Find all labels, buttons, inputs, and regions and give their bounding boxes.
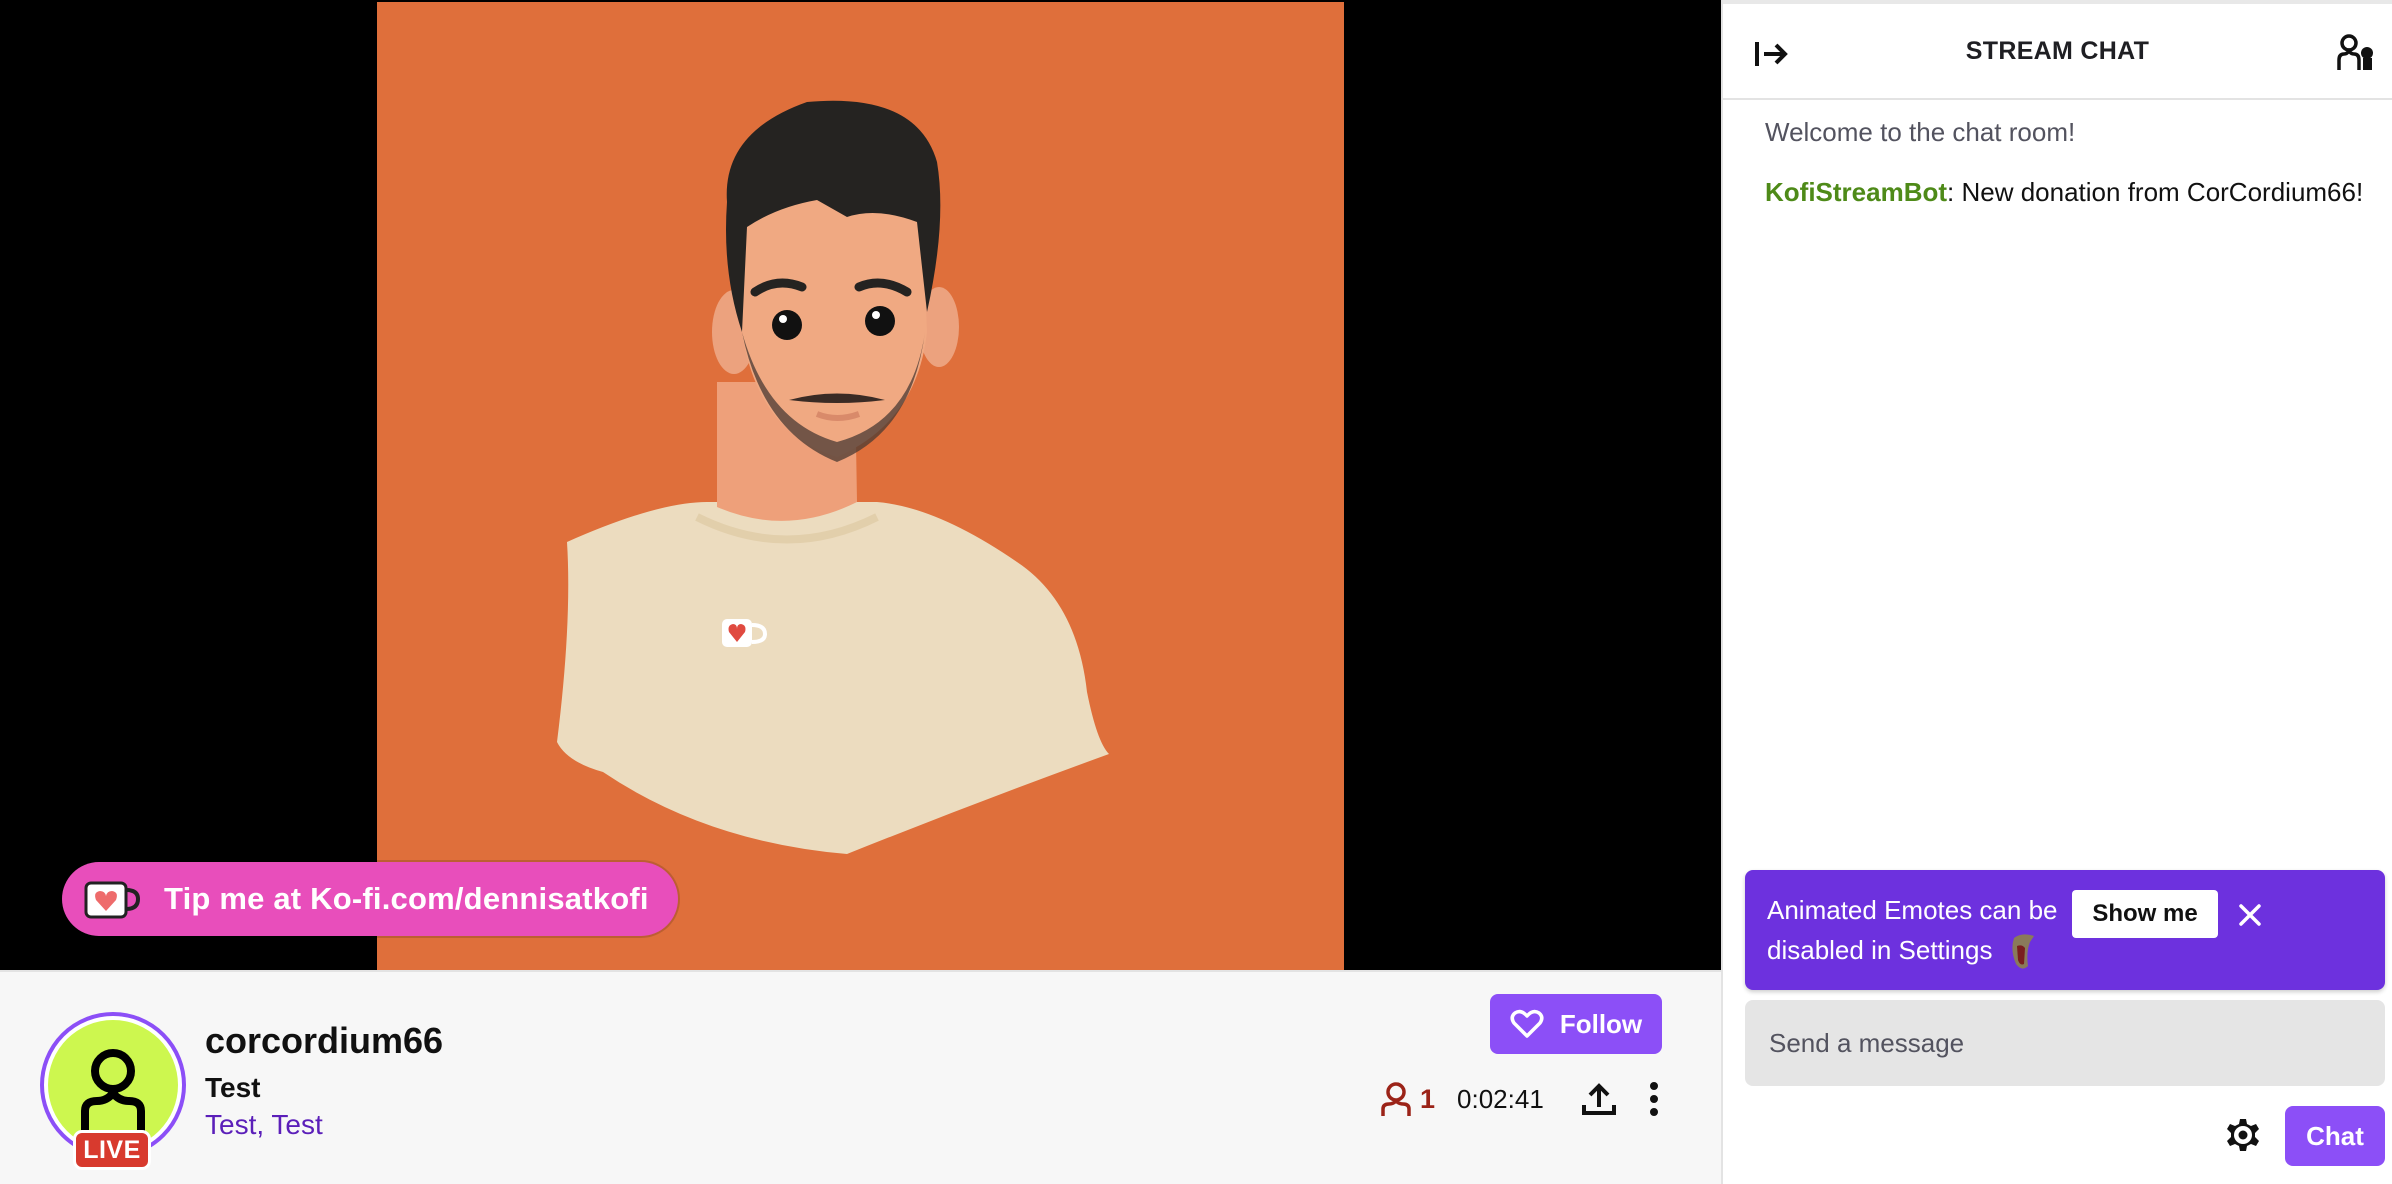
- collapse-chat-button[interactable]: [1753, 38, 1789, 70]
- chat-message-input[interactable]: [1745, 1000, 2385, 1086]
- tip-overlay-text: Tip me at Ko-fi.com/dennisatkofi: [164, 881, 649, 916]
- chat-welcome-message: Welcome to the chat room!: [1765, 117, 2076, 147]
- more-options-button[interactable]: [1644, 1079, 1664, 1119]
- chat-header: STREAM CHAT: [1723, 4, 2392, 100]
- live-badge: LIVE: [73, 1130, 151, 1170]
- more-vertical-icon: [1649, 1082, 1658, 1116]
- chat-title: STREAM CHAT: [1965, 36, 2150, 65]
- share-button[interactable]: [1580, 1080, 1618, 1118]
- show-me-button[interactable]: Show me: [2072, 890, 2218, 938]
- chat-message-separator: :: [1947, 177, 1962, 207]
- chat-settings-button[interactable]: [2225, 1117, 2261, 1153]
- channel-name[interactable]: corcordium66: [205, 1020, 443, 1062]
- chat-message-author[interactable]: KofiStreamBot: [1765, 177, 1947, 207]
- video-player[interactable]: Tip me at Ko-fi.com/dennisatkofi: [0, 0, 1721, 970]
- arrow-right-from-bar-icon: [1755, 42, 1788, 66]
- chat-message: KofiStreamBot: New donation from CorCord…: [1765, 172, 2365, 212]
- follow-label: Follow: [1559, 1008, 1643, 1039]
- stream-title: Test: [205, 1072, 261, 1103]
- stream-video-frame: [377, 2, 1344, 970]
- community-button[interactable]: [2336, 34, 2374, 72]
- stream-category-tags[interactable]: Test, Test: [205, 1109, 323, 1141]
- share-upload-icon: [1581, 1083, 1616, 1115]
- kofi-tip-overlay: Tip me at Ko-fi.com/dennisatkofi: [62, 862, 678, 936]
- streamer-illustration: [557, 100, 1109, 854]
- animated-emotes-banner: Animated Emotes can be disabled in Setti…: [1745, 870, 2385, 990]
- stream-meta-row: 1 0:02:41: [1380, 1074, 1664, 1124]
- follow-button[interactable]: Follow: [1490, 994, 1662, 1054]
- gear-icon: [2227, 1119, 2259, 1151]
- kofi-mug-icon: [84, 881, 141, 919]
- chat-panel: STREAM CHAT Welcome to the chat room! Ko…: [1721, 0, 2392, 1184]
- dismiss-banner-button[interactable]: [2235, 900, 2265, 930]
- channel-info-bar: LIVE corcordium66 Test Test, Test Follow…: [0, 970, 1721, 1184]
- viewer-count: 1: [1420, 1083, 1436, 1114]
- chat-message-list: Welcome to the chat room! KofiStreamBot:…: [1765, 112, 2365, 212]
- heart-outline-icon: [1510, 1009, 1544, 1038]
- send-chat-button[interactable]: Chat: [2285, 1106, 2385, 1166]
- emote-icon: [2012, 934, 2034, 969]
- close-x-icon: [2239, 904, 2261, 926]
- stream-uptime: 0:02:41: [1457, 1083, 1544, 1114]
- person-outline-icon: [1381, 1082, 1411, 1116]
- community-users-icon: [2337, 34, 2373, 70]
- default-user-icon: [81, 1049, 145, 1135]
- chat-message-text: New donation from CorCordium66!: [1961, 177, 2364, 207]
